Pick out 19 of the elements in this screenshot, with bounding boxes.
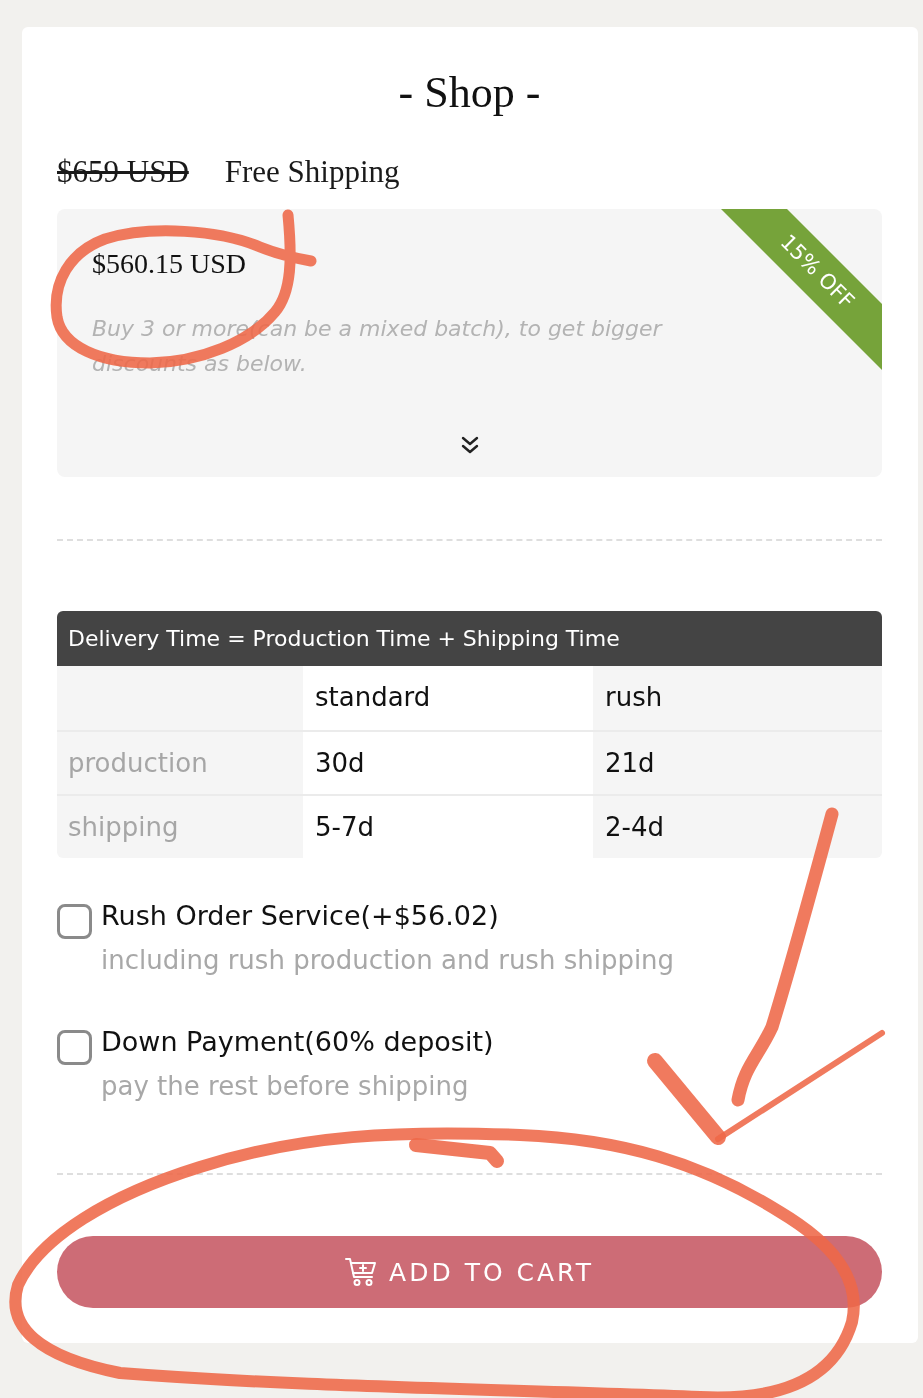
free-shipping-label: Free Shipping [224, 154, 400, 190]
option-description: including rush production and rush shipping [101, 944, 675, 977]
option-label: Down Payment(60% deposit) [101, 1025, 494, 1059]
row-header: production [57, 730, 303, 794]
option-label: Rush Order Service(+$56.02) [101, 899, 499, 933]
table-cell: 21d [593, 730, 882, 794]
checkbox[interactable] [57, 904, 92, 939]
checkbox[interactable] [57, 1030, 92, 1065]
cart-plus-icon [345, 1257, 378, 1287]
add-to-cart-button[interactable]: ADD TO CART [57, 1236, 882, 1308]
sale-price: $560.15 USD [92, 247, 246, 281]
table-header: Delivery Time = Production Time + Shipping Time [57, 611, 882, 666]
table-cell: 2-4d [593, 794, 882, 858]
original-price: $659 USD [57, 154, 189, 190]
shop-title: - Shop - [397, 67, 542, 119]
column-header: rush [593, 666, 882, 730]
row-header: shipping [57, 794, 303, 858]
option-description: pay the rest before shipping [101, 1070, 469, 1103]
double-chevron-down-icon[interactable] [460, 436, 479, 454]
